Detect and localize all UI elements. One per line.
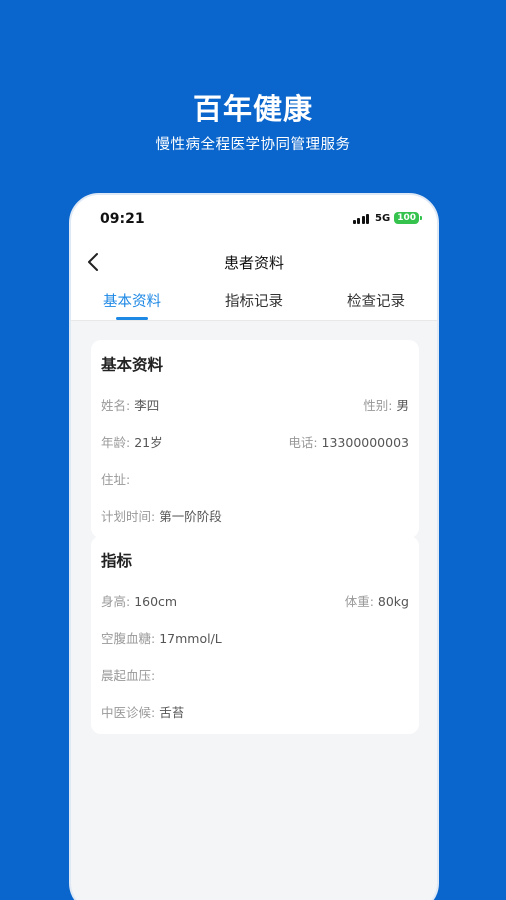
card-title: 指标 xyxy=(101,552,133,570)
tab-bar: 基本资料 指标记录 检查记录 xyxy=(71,290,437,320)
page-title: 患者资料 xyxy=(223,254,284,272)
info-row: 计划时间: 第一阶阶段 xyxy=(101,497,409,534)
weight-field: 体重: 80kg xyxy=(344,594,409,609)
promo-title: 百年健康 xyxy=(192,92,313,126)
name-field: 姓名: 李四 xyxy=(101,398,160,413)
info-row: 身高: 160cm 体重: 80kg xyxy=(101,582,409,619)
plan-time-field: 计划时间: 第一阶阶段 xyxy=(101,509,222,524)
info-row: 姓名: 李四 性别: 男 xyxy=(101,386,409,423)
tcm-diagnosis-field: 中医诊候: 舌苔 xyxy=(101,705,185,720)
battery-icon: 100 xyxy=(394,212,422,224)
gender-field: 性别: 男 xyxy=(363,398,409,413)
tabs-divider xyxy=(71,320,437,321)
info-row: 晨起血压: xyxy=(101,656,409,693)
phone-field: 电话: 13300000003 xyxy=(288,435,409,450)
phone-mockup: 09:21 5G 100 患者资料 基本资料 指标记录 检查记录 基本资料 姓名… xyxy=(69,193,439,900)
app-header: 09:21 5G 100 患者资料 基本资料 指标记录 检查记录 xyxy=(71,195,437,321)
card-title: 基本资料 xyxy=(101,356,164,374)
status-time: 09:21 xyxy=(100,211,145,227)
tab-basic-info[interactable]: 基本资料 xyxy=(71,290,193,320)
height-field: 身高: 160cm xyxy=(101,594,178,609)
info-row: 年龄: 21岁 电话: 13300000003 xyxy=(101,423,409,460)
address-field: 住址: xyxy=(101,472,131,487)
indicators-card: 指标 身高: 160cm 体重: 80kg 空腹血糖: 17mmol/L 晨起血… xyxy=(91,536,419,734)
info-row: 住址: xyxy=(101,460,409,497)
signal-icon xyxy=(352,213,370,224)
tab-exam-records[interactable]: 检查记录 xyxy=(315,290,437,320)
age-field: 年龄: 21岁 xyxy=(101,435,163,450)
network-type: 5G xyxy=(375,212,391,224)
info-row: 空腹血糖: 17mmol/L xyxy=(101,619,409,656)
status-indicators: 5G 100 xyxy=(352,212,422,224)
basic-info-card: 基本资料 姓名: 李四 性别: 男 年龄: 21岁 电话: 1330000000… xyxy=(91,340,419,538)
promo-subtitle: 慢性病全程医学协同管理服务 xyxy=(155,137,351,153)
morning-bp-field: 晨起血压: xyxy=(101,668,156,683)
tab-indicator-records[interactable]: 指标记录 xyxy=(193,290,315,320)
fasting-glucose-field: 空腹血糖: 17mmol/L xyxy=(101,631,222,646)
info-row: 中医诊候: 舌苔 xyxy=(101,693,409,730)
